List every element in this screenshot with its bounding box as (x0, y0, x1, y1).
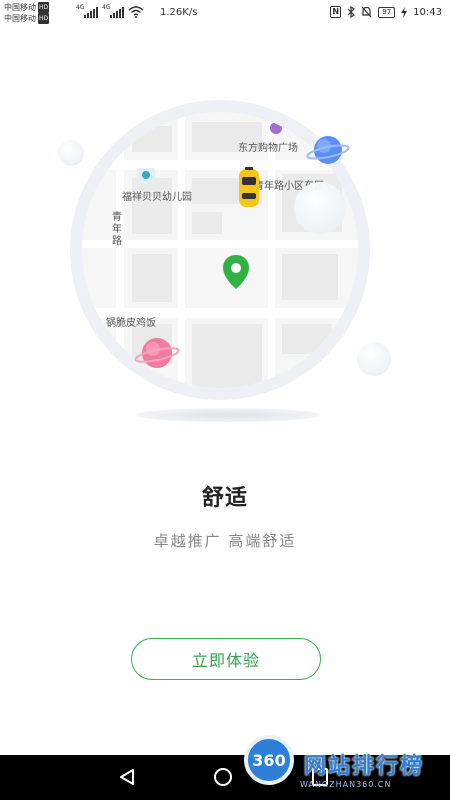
hd-badge: HD (38, 13, 50, 24)
battery-indicator: 97 (378, 6, 396, 18)
planet-icon (134, 338, 180, 368)
signal-icon (84, 7, 98, 18)
carrier-info: 中国移动 HD 中国移动 HD (4, 2, 50, 24)
shopping-icon (270, 122, 282, 134)
network-speed: 1.26K/s (160, 7, 198, 18)
watermark-url: WANGZHAN360.CN (300, 780, 392, 789)
watermark-badge: 360 (244, 735, 294, 785)
kindergarten-icon (137, 168, 155, 184)
carrier-label: 中国移动 (4, 14, 36, 23)
map-illustration: 东方购物广场 福祥贝贝幼儿园 青年路小区东区 青年路 锅脆皮鸡饭 (70, 100, 380, 410)
planet-icon (306, 136, 350, 164)
back-icon[interactable] (118, 768, 136, 786)
map-pin-icon (223, 255, 249, 289)
page-subtitle: 卓越推广 高端舒适 (153, 532, 297, 550)
map-label-mall: 东方购物广场 (238, 143, 298, 154)
illustration-shadow (136, 408, 320, 422)
map-label-kindergarten: 福祥贝贝幼儿园 (122, 192, 192, 203)
carrier-label: 中国移动 (4, 3, 36, 12)
mute-bell-icon (361, 6, 372, 18)
home-icon[interactable] (214, 768, 232, 786)
try-now-button[interactable]: 立即体验 (131, 638, 321, 680)
cloud-decoration (294, 182, 346, 234)
map-label-restaurant: 锅脆皮鸡饭 (106, 318, 156, 329)
watermark-text: 网站排行榜 (304, 754, 425, 779)
nfc-icon: N (330, 6, 342, 18)
bluetooth-icon (347, 6, 356, 18)
status-bar: 中国移动 HD 中国移动 HD 4G 4G 1.26K/s N 97 10:43 (0, 0, 450, 28)
signal-icon (110, 7, 124, 18)
charging-icon (401, 6, 408, 18)
wifi-icon (128, 6, 144, 18)
map-label-road: 青年路 (112, 212, 122, 247)
page-title: 舒适 (201, 486, 248, 511)
status-right: N 97 10:43 (330, 6, 442, 18)
clock: 10:43 (413, 6, 442, 18)
hd-badge: HD (38, 2, 50, 13)
taxi-icon (239, 167, 259, 207)
